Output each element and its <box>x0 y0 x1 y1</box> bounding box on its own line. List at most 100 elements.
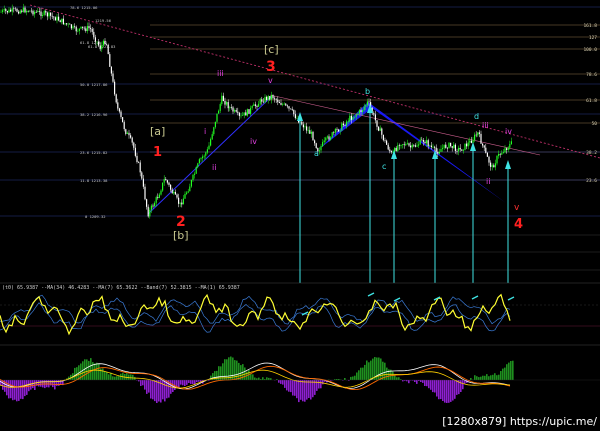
trend-line-channel <box>269 94 541 156</box>
histogram-bar <box>438 380 440 400</box>
candle-body <box>322 142 324 147</box>
candle-body <box>256 105 258 107</box>
fib-right-label: 50 <box>592 121 598 127</box>
histogram-bar <box>90 358 92 380</box>
candle-body <box>384 140 386 141</box>
candle-body <box>382 134 384 141</box>
candle-body <box>74 26 76 27</box>
candle-body <box>142 178 144 187</box>
watermark: [1280x879] https://upic.me/ <box>442 415 597 428</box>
histogram-bar <box>26 380 28 395</box>
fib-left-label: 38.2 1216.96 <box>80 112 108 117</box>
candle-body <box>430 145 432 147</box>
candle-body <box>235 110 237 112</box>
candle-body <box>72 26 74 29</box>
wave-label-d: d <box>474 112 480 121</box>
histogram-bar <box>434 380 436 393</box>
histogram-bar <box>446 380 448 403</box>
candle-body <box>445 144 447 148</box>
histogram-bar <box>184 380 186 386</box>
candle-body <box>114 81 116 95</box>
fib-left-label: 11.8 1213.38 <box>80 178 108 183</box>
candle-body <box>211 134 213 140</box>
histogram-bar <box>280 380 282 384</box>
candle-body <box>2 10 4 12</box>
candle-body <box>482 143 484 146</box>
candle-body <box>269 96 271 100</box>
wave-label-1: 1 <box>153 145 163 160</box>
price-chart-canvas[interactable]: 78.6 1215.0661.8 1218.7250.0 1217.8638.2… <box>0 0 600 431</box>
candle-body <box>98 41 100 46</box>
candle-body <box>176 194 178 198</box>
candle-body <box>120 111 122 118</box>
candle-body <box>213 127 215 135</box>
candle-body <box>261 99 263 102</box>
candle-body <box>152 205 154 207</box>
histogram-bar <box>318 380 320 389</box>
candle-body <box>46 12 48 17</box>
candle-body <box>403 144 405 146</box>
candle-body <box>197 163 199 168</box>
histogram-bar <box>414 380 416 382</box>
histogram-bar <box>366 360 368 380</box>
candle-body <box>3 9 5 11</box>
candle-body <box>488 156 490 163</box>
candle-body <box>230 107 232 108</box>
candle-body <box>459 147 461 150</box>
histogram-bar <box>480 376 482 380</box>
candle-body <box>414 145 416 147</box>
wave-label-a: a <box>314 149 319 158</box>
histogram-bar <box>474 375 476 380</box>
candle-body <box>411 144 413 148</box>
histogram-bar <box>256 378 258 380</box>
candle-body <box>387 144 389 150</box>
histogram-bar <box>370 360 372 380</box>
wave-label-v-red: v <box>514 203 520 213</box>
oscillator-panel <box>0 282 600 343</box>
candle-body <box>181 202 183 205</box>
fib-right-label: 61.8 <box>586 98 597 104</box>
candle-body <box>189 186 191 192</box>
candle-body <box>203 155 205 157</box>
candle-body <box>342 123 344 126</box>
wave-label-b: b <box>365 87 371 96</box>
wave-label-v-small: v <box>268 76 273 85</box>
histogram-bar <box>282 380 284 385</box>
candle-body <box>286 105 288 107</box>
fib-right-label: 161.8 <box>583 23 597 29</box>
candle-body <box>507 147 509 150</box>
candle-body <box>429 145 431 147</box>
histogram-bar <box>436 380 438 397</box>
candle-body <box>435 147 437 152</box>
candle-body <box>88 26 90 29</box>
histogram-bar <box>290 380 292 393</box>
wave-label-iii-right: iii <box>482 121 489 130</box>
candle-body <box>82 26 84 28</box>
candle-body <box>373 113 375 115</box>
candle-body <box>426 140 428 144</box>
candle-body <box>293 109 295 115</box>
histogram-bar <box>138 380 140 382</box>
candle-body <box>48 12 50 17</box>
candle-body <box>80 26 82 29</box>
candle-body <box>504 148 506 153</box>
candle-body <box>442 147 444 150</box>
candle-body <box>240 115 242 117</box>
histogram-bar <box>448 380 450 403</box>
candle-body <box>94 37 96 42</box>
candle-body <box>53 16 55 18</box>
candle-body <box>437 151 439 154</box>
candle-body <box>352 117 354 120</box>
histogram-bar <box>120 373 122 380</box>
candle-body <box>214 121 216 128</box>
candle-body <box>43 11 45 15</box>
candle-body <box>16 8 18 12</box>
fib-right-label: 127 <box>589 35 597 41</box>
histogram-bar <box>350 376 352 380</box>
candle-body <box>146 199 148 207</box>
candle-body <box>413 144 415 146</box>
histogram-bar <box>142 380 144 386</box>
histogram-bar <box>422 380 424 383</box>
histogram-bar <box>424 380 426 386</box>
candle-body <box>149 209 151 217</box>
